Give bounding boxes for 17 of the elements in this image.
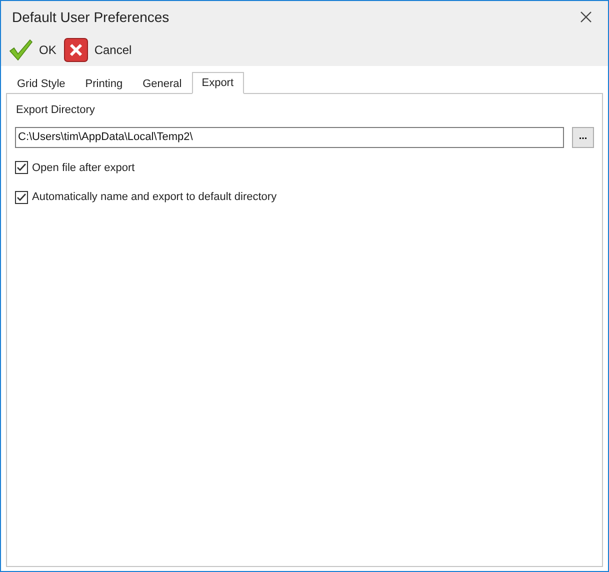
directory-field[interactable]: C:\Users\tim\AppData\Local\Temp2\: [15, 126, 564, 148]
browse-button[interactable]: ...: [572, 126, 594, 148]
checkbox-label: Automatically name and export to default directory: [32, 190, 277, 205]
tab[interactable]: Grid Style: [7, 74, 76, 94]
check-icon: [9, 38, 33, 60]
tab[interactable]: Printing: [75, 74, 133, 94]
checkbox[interactable]: [15, 161, 28, 174]
field-label: Export Directory: [15, 103, 96, 118]
window-title: Default User Preferences: [12, 8, 170, 26]
cancel-button[interactable]: Cancel: [64, 38, 134, 62]
checkbox-label: Open file after export: [32, 160, 135, 176]
ok-button[interactable]: OK: [9, 38, 58, 60]
close-icon[interactable]: [580, 11, 592, 23]
close-icon: [64, 38, 88, 62]
checkbox[interactable]: [15, 190, 28, 204]
tab[interactable]: General: [132, 74, 192, 94]
tab[interactable]: Export: [192, 72, 244, 94]
